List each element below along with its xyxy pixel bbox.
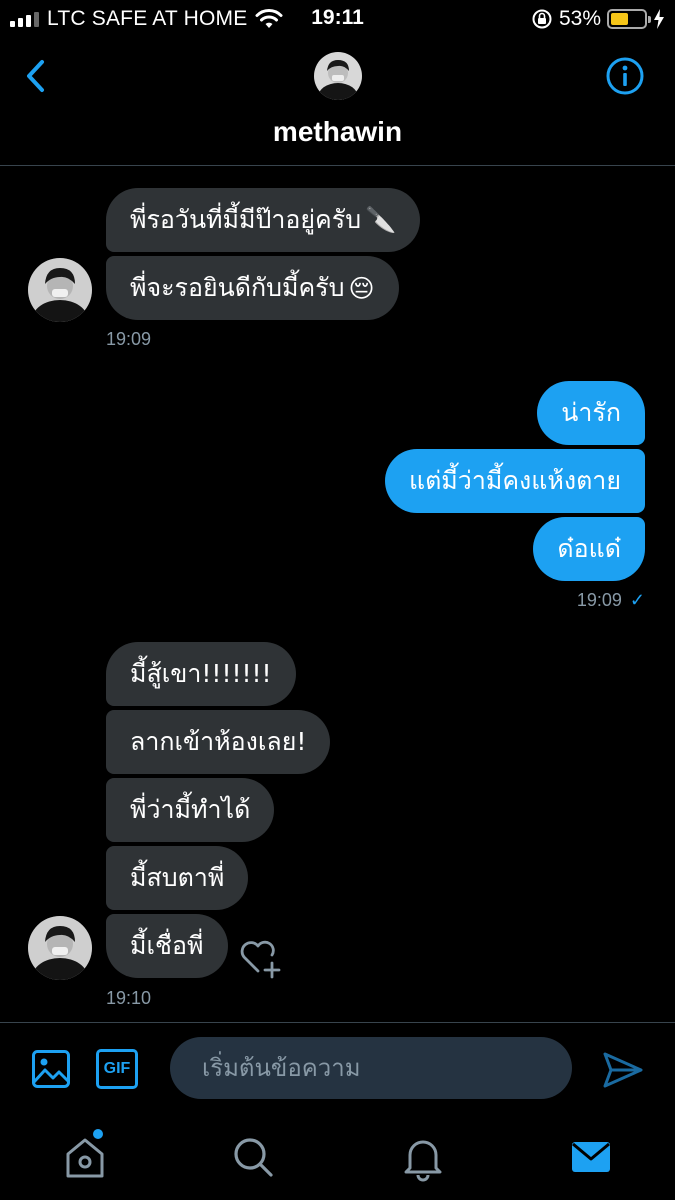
send-icon[interactable] [602, 1051, 644, 1089]
header-avatar[interactable] [314, 52, 362, 100]
message-bubble-incoming[interactable]: พี่รอวันที่มี้มีป๊าอยู่ครับ 🔪 [106, 188, 421, 252]
chevron-left-icon[interactable] [20, 56, 52, 96]
battery-percent: 53% [558, 7, 601, 30]
message-bubble-incoming[interactable]: พี่ว่ามี้ทำได้ [106, 778, 275, 842]
message-bubble-incoming[interactable]: มี้สบตาพี่ [106, 846, 249, 910]
message-text: พี่จะรอยินดีกับมี้ครับ [130, 273, 345, 302]
message-status: 19:09 ✓ [577, 590, 645, 611]
read-receipt-check-icon: ✓ [629, 590, 645, 610]
home-notification-dot [93, 1129, 103, 1139]
pensive-face-emoji-icon: 😔 [348, 273, 375, 303]
message-bubble-outgoing[interactable]: ด๋อแด๋ [533, 517, 645, 581]
status-bar: LTC SAFE AT HOME 19:11 53% [0, 0, 675, 38]
conversation-header: methawin [0, 38, 675, 166]
charging-bolt-icon [654, 9, 664, 29]
knife-emoji-icon: 🔪 [365, 205, 397, 234]
search-icon[interactable] [228, 1132, 278, 1182]
message-text: น่ารัก [561, 398, 621, 427]
battery-icon [607, 9, 651, 29]
message-text: แต่มี้ว่ามี้คงแห้งตาย [408, 466, 621, 495]
message-timestamp: 19:10 [106, 988, 152, 1008]
message-bubble-incoming[interactable]: มี้สู้เขา!!!!!!! [106, 642, 296, 706]
message-text: มี้เชื่อพี่ [130, 931, 204, 960]
conversation-title: methawin [272, 116, 403, 147]
message-timestamp: 19:09 [576, 590, 622, 610]
message-composer: GIF [0, 1022, 675, 1112]
message-text: ลากเข้าห้องเลย! [130, 727, 307, 756]
message-text: ด๋อแด๋ [557, 534, 621, 563]
message-text: พี่ว่ามี้ทำได้ [130, 795, 251, 824]
info-icon[interactable] [605, 56, 645, 96]
notifications-icon[interactable] [398, 1132, 448, 1182]
orientation-lock-icon [532, 9, 552, 29]
gif-button[interactable]: GIF [96, 1049, 138, 1089]
gif-label: GIF [103, 1060, 131, 1077]
message-bubble-incoming[interactable]: พี่จะรอยินดีกับมี้ครับ 😔 [106, 256, 399, 320]
message-bubble-outgoing[interactable]: แต่มี้ว่ามี้คงแห้งตาย [384, 449, 645, 513]
messages-icon[interactable] [566, 1132, 616, 1182]
home-icon[interactable] [60, 1132, 110, 1182]
bottom-tab-bar [0, 1112, 675, 1200]
message-text: มี้สบตาพี่ [130, 863, 225, 892]
avatar[interactable] [28, 258, 92, 322]
image-icon[interactable] [31, 1049, 71, 1089]
message-text: มี้สู้เขา!!!!!!! [130, 659, 272, 688]
message-input[interactable] [170, 1037, 572, 1099]
heart-add-reaction-icon[interactable] [238, 935, 284, 981]
message-bubble-incoming[interactable]: ลากเข้าห้องเลย! [106, 710, 331, 774]
message-text: พี่รอวันที่มี้มีป๊าอยู่ครับ [130, 205, 362, 234]
avatar[interactable] [28, 916, 92, 980]
message-bubble-incoming[interactable]: มี้เชื่อพี่ [106, 914, 228, 978]
message-timestamp: 19:09 [106, 329, 152, 349]
message-bubble-outgoing[interactable]: น่ารัก [537, 381, 645, 445]
battery-fill [611, 13, 628, 25]
